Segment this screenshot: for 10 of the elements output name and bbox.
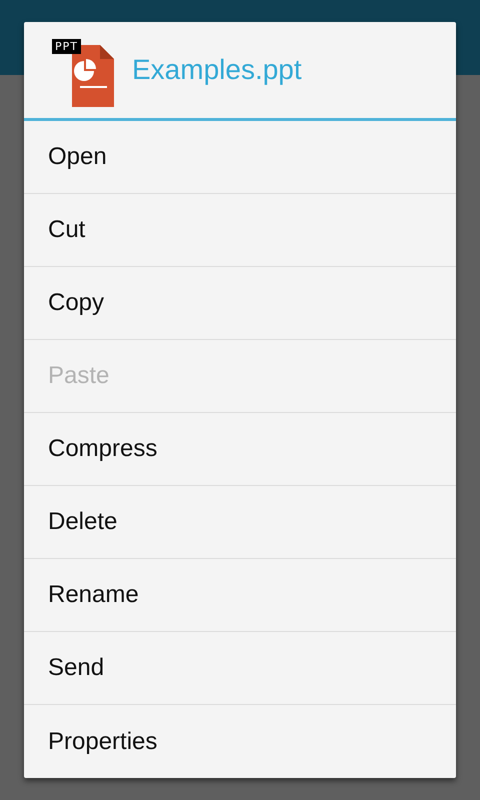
menu-item[interactable]: Cut <box>24 194 456 267</box>
menu-item[interactable]: Rename <box>24 559 456 632</box>
menu-item[interactable]: Properties <box>24 705 456 778</box>
menu-item[interactable]: Compress <box>24 413 456 486</box>
menu-item[interactable]: Send <box>24 632 456 705</box>
menu-item[interactable]: Delete <box>24 486 456 559</box>
menu-item[interactable]: Open <box>24 121 456 194</box>
dialog-title: Examples.ppt <box>132 54 302 86</box>
menu-item[interactable]: Copy <box>24 267 456 340</box>
file-type-label: PPT <box>52 39 81 54</box>
